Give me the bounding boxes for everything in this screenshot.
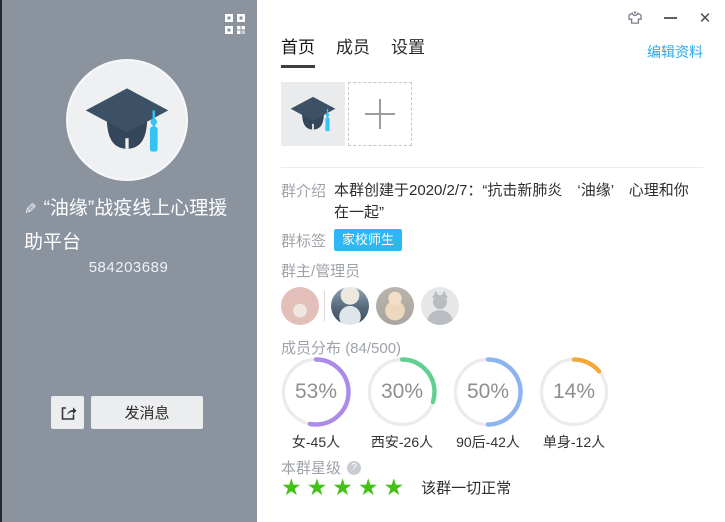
- graduation-cap-icon: [287, 88, 339, 140]
- group-name-text: “油缘”战疫线上心理援助平台: [24, 198, 227, 253]
- admin-avatar-3[interactable]: [421, 287, 459, 325]
- main-panel: ✕ 首页成员设置 编辑资料 群介绍 本群创建于2020/2/7：“抗击新肺炎: [257, 0, 725, 522]
- group-avatar[interactable]: [66, 59, 188, 181]
- admin-avatar-row: [281, 287, 459, 325]
- intro-label: 群介绍: [281, 180, 326, 201]
- screen-edge: [0, 0, 2, 522]
- distribution-ring-0: 53% 女-45人: [280, 356, 352, 452]
- tab-0[interactable]: 首页: [281, 33, 315, 68]
- star-status-text: 该群一切正常: [421, 477, 511, 498]
- avatar-thumbnails: [281, 82, 412, 146]
- distribution-rings: 53% 女-45人 30% 西安-26人 50% 90后-42人 14% 单身-12人: [280, 356, 610, 452]
- tab-bar: 首页成员设置: [281, 33, 425, 68]
- section-divider: [281, 167, 703, 168]
- tag-label: 群标签: [281, 230, 326, 251]
- star-rating-row: ★★★★★ 该群一切正常: [281, 476, 511, 499]
- ring-percent: 14%: [538, 356, 610, 428]
- help-icon[interactable]: ?: [347, 461, 361, 475]
- tab-2[interactable]: 设置: [391, 33, 425, 68]
- edit-profile-link[interactable]: 编辑资料: [647, 42, 703, 62]
- ring-label: 单身-12人: [543, 432, 605, 452]
- distribution-count: (84/500): [345, 340, 401, 357]
- share-icon: [59, 404, 77, 422]
- admin-label: 群主/管理员: [281, 260, 360, 281]
- plus-icon: [365, 99, 395, 129]
- admin-avatar-2[interactable]: [376, 287, 414, 325]
- ring-label: 女-45人: [292, 432, 340, 452]
- group-name: ✎“油缘”战疫线上心理援助平台: [24, 192, 238, 259]
- distribution-ring-2: 50% 90后-42人: [452, 356, 524, 452]
- distribution-ring-3: 14% 单身-12人: [538, 356, 610, 452]
- qr-code-icon[interactable]: [223, 12, 247, 36]
- add-photo-button[interactable]: [348, 82, 412, 146]
- distribution-label: 成员分布 (84/500): [281, 337, 401, 358]
- ring-percent: 53%: [280, 356, 352, 428]
- group-avatar-thumbnail[interactable]: [281, 82, 345, 146]
- owner-admin-divider: [324, 291, 325, 321]
- graduation-cap-icon: [79, 72, 175, 168]
- send-message-button[interactable]: 发消息: [91, 396, 203, 429]
- minimize-icon[interactable]: [662, 10, 678, 26]
- owner-avatar[interactable]: [281, 287, 319, 325]
- share-button[interactable]: [51, 396, 84, 429]
- tab-1[interactable]: 成员: [336, 33, 370, 68]
- admin-avatar-1[interactable]: [331, 287, 369, 325]
- tag-list: 家校师生: [334, 229, 402, 251]
- sidebar: ✎“油缘”战疫线上心理援助平台 584203689 发消息: [0, 0, 257, 522]
- ring-percent: 50%: [452, 356, 524, 428]
- group-profile-window: ✎“油缘”战疫线上心理援助平台 584203689 发消息 ✕: [0, 0, 725, 522]
- tag-badge-0[interactable]: 家校师生: [334, 229, 402, 251]
- theme-icon[interactable]: [627, 10, 643, 26]
- distribution-ring-1: 30% 西安-26人: [366, 356, 438, 452]
- group-id: 584203689: [0, 259, 257, 276]
- ring-percent: 30%: [366, 356, 438, 428]
- ring-label: 90后-42人: [456, 432, 520, 452]
- ring-label: 西安-26人: [371, 432, 433, 452]
- window-controls: ✕: [627, 10, 713, 26]
- edit-name-icon[interactable]: ✎: [24, 193, 37, 226]
- group-intro-text: 本群创建于2020/2/7：“抗击新肺炎 ‘油缘’ 心理和你在一起”: [334, 180, 698, 224]
- close-icon[interactable]: ✕: [697, 10, 713, 26]
- star-icons: ★★★★★: [281, 476, 409, 499]
